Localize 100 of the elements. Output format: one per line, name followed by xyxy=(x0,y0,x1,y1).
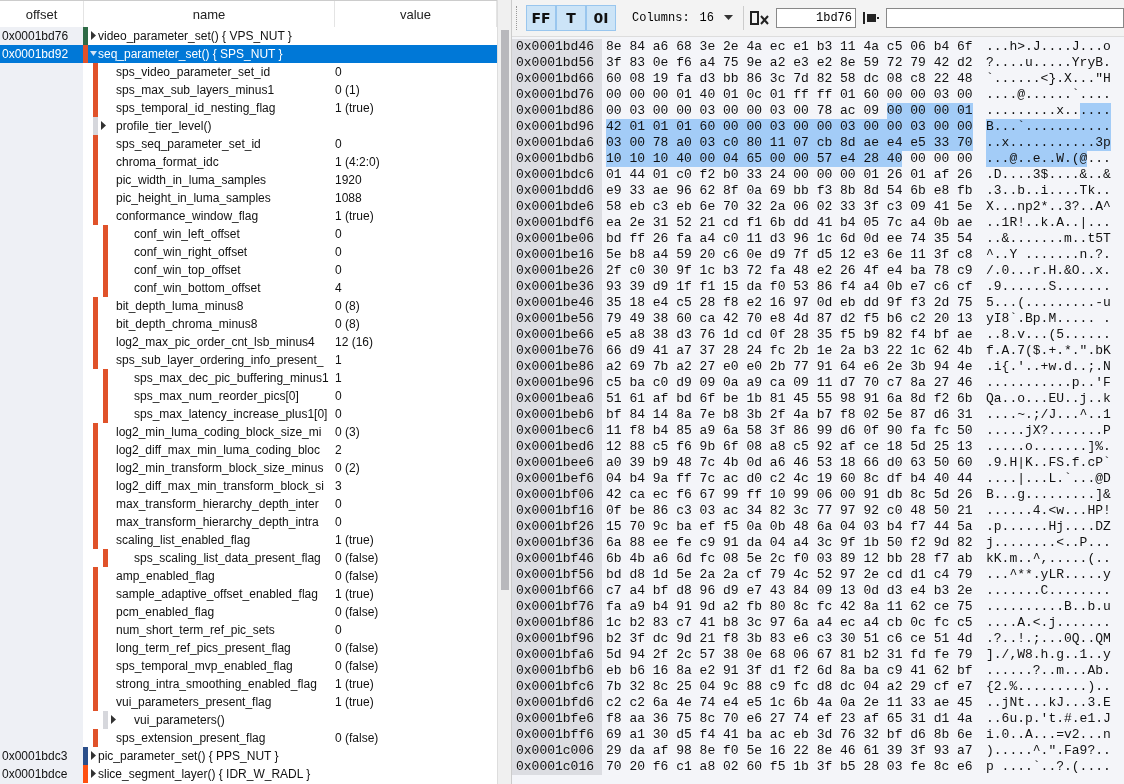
address-cell: 0x0001bed6 xyxy=(512,439,602,455)
address-cell: 0x0001bef6 xyxy=(512,471,602,487)
tree-row[interactable]: sps_video_parameter_set_id 0 xyxy=(0,63,497,81)
tree-row[interactable]: sps_max_dec_pic_buffering_minus1 1 xyxy=(0,369,497,387)
tree-row[interactable]: bit_depth_luma_minus8 0 (8) xyxy=(0,297,497,315)
node-value: 1 (true) xyxy=(335,695,374,709)
tree-row[interactable]: max_transform_hierarchy_depth_inter 0 xyxy=(0,495,497,513)
ascii-text: ..jNt...kJ...3.E xyxy=(986,695,1111,711)
ascii-text: .... xyxy=(1079,103,1111,119)
ascii-text: .........x.. xyxy=(986,103,1080,119)
node-name: log2_max_pic_order_cnt_lsb_minus4 xyxy=(116,334,315,350)
tree-row[interactable]: sps_extension_present_flag 0 (false) xyxy=(0,729,497,747)
tree-row[interactable]: pic_width_in_luma_samples 1920 xyxy=(0,171,497,189)
columns-dropdown[interactable]: 16 xyxy=(695,11,737,25)
tree-row[interactable]: 0x0001bd92 seq_parameter_set() { SPS_NUT } xyxy=(0,45,497,63)
ascii-text: f.A.7($.+.*.".bK xyxy=(986,343,1111,359)
ascii-text: ......4.<w...HP! xyxy=(986,503,1111,519)
node-name: conf_win_right_offset xyxy=(134,244,248,260)
tree-row[interactable]: scaling_list_enabled_flag 1 (true) xyxy=(0,531,497,549)
tree-row[interactable]: conf_win_right_offset 0 xyxy=(0,243,497,261)
tree-row[interactable]: conf_win_top_offset 0 xyxy=(0,261,497,279)
tree-row[interactable]: vui_parameters_present_flag 1 (true) xyxy=(0,693,497,711)
node-name: sps_temporal_mvp_enabled_flag xyxy=(116,658,293,674)
tree-row[interactable]: chroma_format_idc 1 (4:2:0) xyxy=(0,153,497,171)
tree-row[interactable]: num_short_term_ref_pic_sets 0 xyxy=(0,621,497,639)
toggle-button[interactable]: FF xyxy=(526,5,556,31)
tree-row[interactable]: sps_temporal_id_nesting_flag 1 (true) xyxy=(0,99,497,117)
node-name: pic_width_in_luma_samples xyxy=(116,172,267,188)
tree-row[interactable]: log2_min_transform_block_size_minus 0 (2) xyxy=(0,459,497,477)
hex-bytes: e9 33 ae 96 62 8f 0a 69 bb f3 8b 8d 54 6b e8 fb xyxy=(606,183,973,199)
tree-row[interactable]: 0x0001bdc3 pic_parameter_set() { PPS_NUT } xyxy=(0,747,497,765)
ascii-text: ]./,W8.h.g..1..y xyxy=(986,647,1111,663)
tree-row[interactable]: pic_height_in_luma_samples 1088 xyxy=(0,189,497,207)
address-cell: 0x0001c006 xyxy=(512,743,602,759)
tree-row[interactable]: amp_enabled_flag 0 (false) xyxy=(0,567,497,585)
tree-row[interactable]: sample_adaptive_offset_enabled_flag 1 (true) xyxy=(0,585,497,603)
hex-bytes: f8 aa 36 75 8c 70 e6 27 74 ef 23 af 65 31 d1 4a xyxy=(606,711,973,727)
tree-row[interactable]: profile_tier_level() xyxy=(0,117,497,135)
tree-row[interactable]: sps_max_latency_increase_plus1[0] 0 xyxy=(0,405,497,423)
tree-row[interactable]: sps_temporal_mvp_enabled_flag 0 (false) xyxy=(0,657,497,675)
node-name: max_transform_hierarchy_depth_inter xyxy=(116,496,319,512)
tree-row[interactable]: log2_max_pic_order_cnt_lsb_minus4 12 (16) xyxy=(0,333,497,351)
offset-input[interactable]: 1bd76 xyxy=(776,8,856,28)
tree-row[interactable]: sps_sub_layer_ordering_info_present_ 1 xyxy=(0,351,497,369)
address-cell: 0x0001bdc6 xyxy=(512,167,602,183)
node-value: 0 (false) xyxy=(335,659,379,673)
tree-row[interactable]: pcm_enabled_flag 0 (false) xyxy=(0,603,497,621)
node-name: log2_diff_max_min_transform_block_si xyxy=(116,478,324,494)
hex-bytes: 6a 88 ee fe c9 91 da 04 a4 3c 9f 1b 50 f2 9d 82 xyxy=(606,535,973,551)
address-cell: 0x0001bda6 xyxy=(512,135,602,151)
tree-row[interactable]: sps_seq_parameter_set_id 0 xyxy=(0,135,497,153)
node-name: sps_extension_present_flag xyxy=(116,730,266,746)
ascii-text: ..6u.p.'t.#.e1.J xyxy=(986,711,1111,727)
tree-row[interactable]: conformance_window_flag 1 (true) xyxy=(0,207,497,225)
tree-row[interactable]: sps_max_sub_layers_minus1 0 (1) xyxy=(0,81,497,99)
ascii-text: {2.%.........).. xyxy=(986,679,1111,695)
tree-row[interactable]: bit_depth_chroma_minus8 0 (8) xyxy=(0,315,497,333)
node-name: num_short_term_ref_pic_sets xyxy=(116,622,275,638)
ascii-text: ..1R!..k.A..|... xyxy=(986,215,1111,231)
address-cell: 0x0001bdb6 xyxy=(512,151,602,167)
node-name: long_term_ref_pics_present_flag xyxy=(116,640,291,656)
node-name: profile_tier_level() xyxy=(116,118,212,134)
ascii-text: ^..Y .......n.?. xyxy=(986,247,1111,263)
node-value: 0 (2) xyxy=(335,461,360,475)
tree-row[interactable]: log2_min_luma_coding_block_size_mi 0 (3) xyxy=(0,423,497,441)
tree-row[interactable]: vui_parameters() xyxy=(0,711,497,729)
toggle-button[interactable]: 0I xyxy=(586,5,616,31)
ascii-text: .p......Hj....DZ xyxy=(986,519,1111,535)
ascii-text: .9......S....... xyxy=(986,279,1111,295)
ascii-text: ....|...L.`...@D xyxy=(986,471,1111,487)
ascii-text: ....@......`.... xyxy=(986,87,1111,103)
address-cell: 0x0001bde6 xyxy=(512,199,602,215)
tree-row[interactable]: strong_intra_smoothing_enabled_flag 1 (true) xyxy=(0,675,497,693)
tree-row[interactable]: log2_diff_max_min_luma_coding_bloc 2 xyxy=(0,441,497,459)
tree-row[interactable]: 0x0001bd76 video_parameter_set() { VPS_NUT } xyxy=(0,27,497,45)
ascii-text: .D....3$....&..& xyxy=(986,167,1111,183)
ascii-text: ...........p..'F xyxy=(986,375,1111,391)
tree-row[interactable]: sps_scaling_list_data_present_flag 0 (false) xyxy=(0,549,497,567)
tree-row[interactable]: long_term_ref_pics_present_flag 0 (false) xyxy=(0,639,497,657)
ascii-text: X...np2*..3?..A^ xyxy=(986,199,1111,215)
toggle-button[interactable]: T xyxy=(556,5,586,31)
tree-row[interactable]: 0x0001bdce slice_segment_layer() { IDR_W_RADL } xyxy=(0,765,497,783)
address-cell: 0x0001bd96 xyxy=(512,119,602,135)
node-value: 0 (false) xyxy=(335,641,379,655)
node-value: 0 xyxy=(335,137,342,151)
hex-bytes: 00 00 00 01 40 01 0c 01 ff ff 01 60 00 00 03 00 xyxy=(606,87,973,103)
hex-bytes: c7 a4 bf d8 96 d9 e7 43 84 09 13 0d d3 e4 b3 2e xyxy=(606,583,973,599)
node-value: 0 (false) xyxy=(335,551,379,565)
ascii-text: B...`........... xyxy=(986,119,1111,135)
node-name: sps_sub_layer_ordering_info_present_ xyxy=(116,352,324,368)
ascii-text: ...@..e..W.(@ xyxy=(986,151,1088,167)
tree-row[interactable]: conf_win_left_offset 0 xyxy=(0,225,497,243)
tree-row[interactable]: max_transform_hierarchy_depth_intra 0 xyxy=(0,513,497,531)
tree-row[interactable]: sps_max_num_reorder_pics[0] 0 xyxy=(0,387,497,405)
address-cell: 0x0001bee6 xyxy=(512,455,602,471)
address-cell: 0x0001beb6 xyxy=(512,407,602,423)
address-cell: 0x0001bf76 xyxy=(512,599,602,615)
tree-row[interactable]: conf_win_bottom_offset 4 xyxy=(0,279,497,297)
hex-bytes: 15 70 9c ba ef f5 0a 0b 48 6a 04 03 b4 f7 44 5a xyxy=(606,519,973,535)
tree-row[interactable]: log2_diff_max_min_transform_block_si 3 xyxy=(0,477,497,495)
